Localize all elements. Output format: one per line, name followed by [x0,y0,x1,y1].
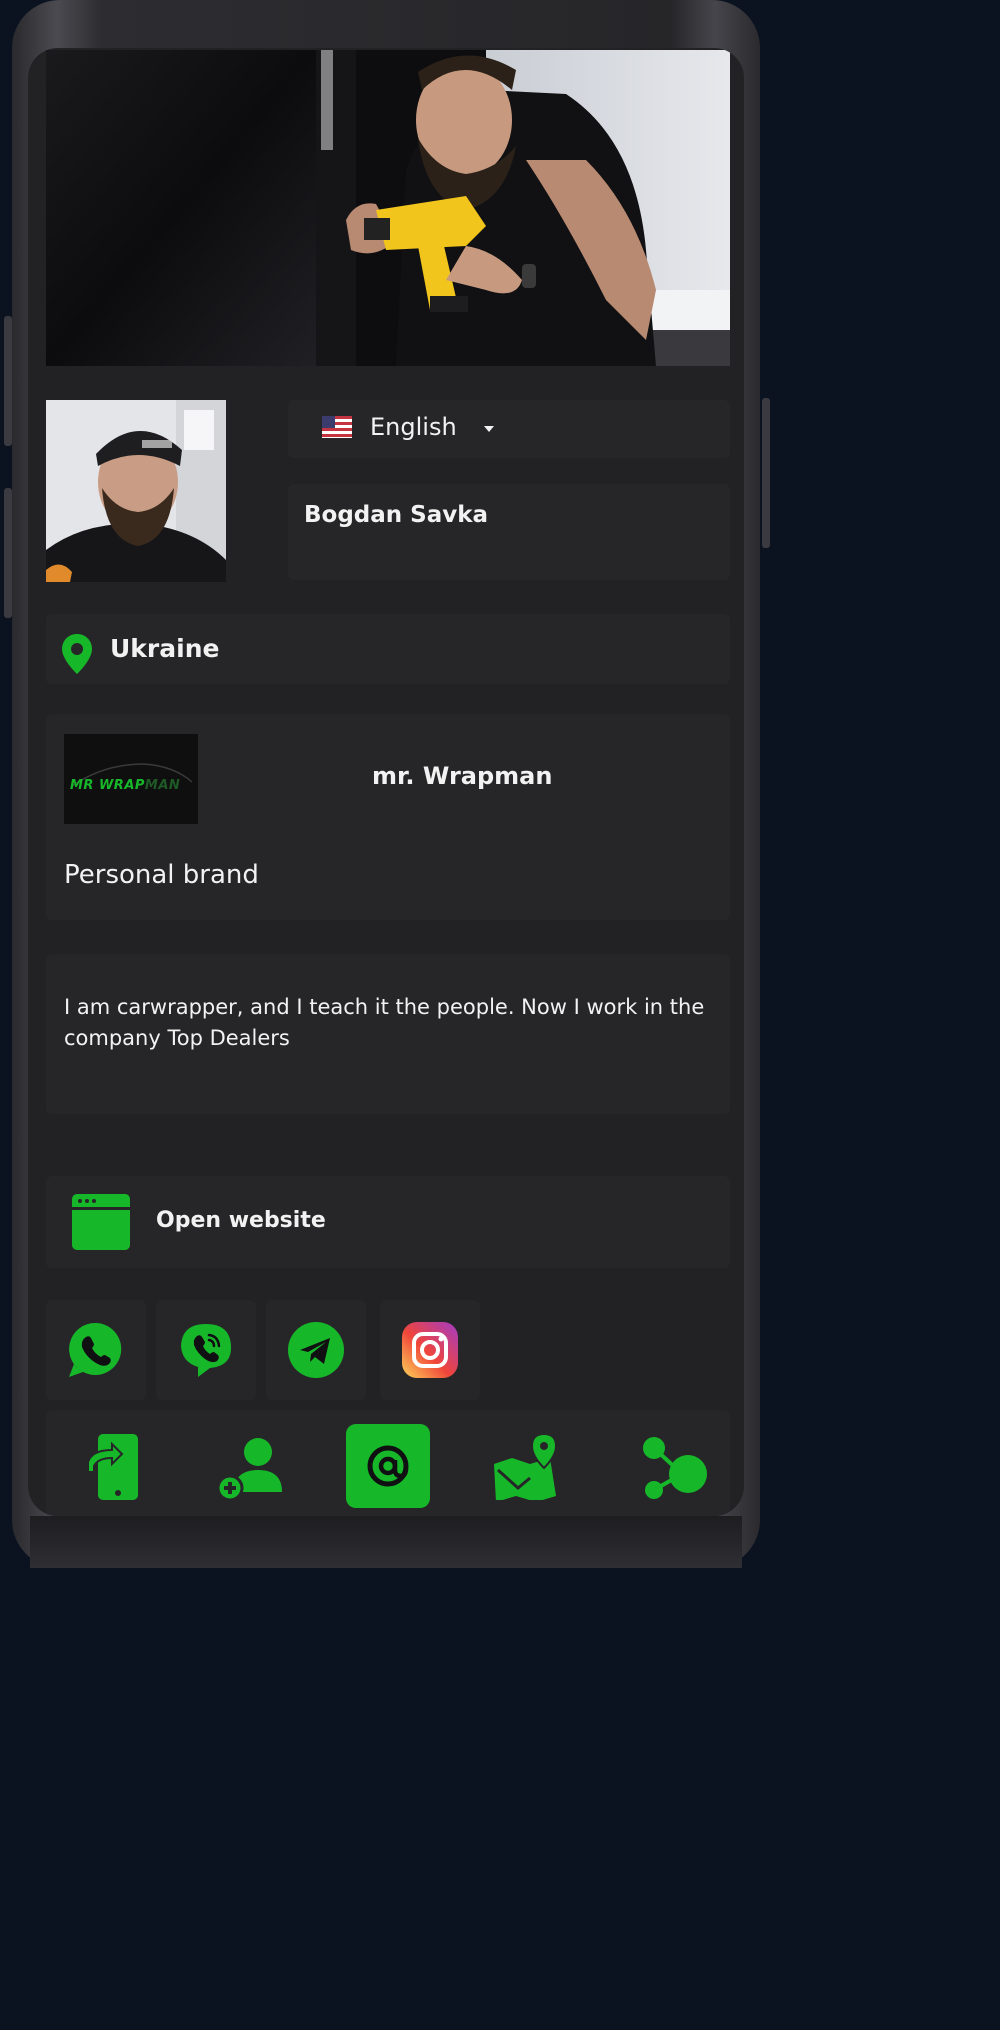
viber-icon [176,1320,236,1380]
about-card: I am carwrapper, and I teach it the peop… [46,954,730,1114]
add-contact-icon[interactable] [216,1434,286,1504]
whatsapp-button[interactable] [46,1300,146,1400]
language-selector[interactable]: English [288,400,730,458]
open-website-label: Open website [156,1208,326,1233]
share-network-icon[interactable] [640,1434,710,1504]
bottom-action-bar [46,1410,730,1516]
name-card: Bogdan Savka [288,484,730,580]
whatsapp-icon [66,1320,126,1380]
phone-bottom-bezel [30,1516,742,1568]
brand-logo-text: MR WRAPMAN [70,778,181,793]
chevron-down-icon [484,426,494,432]
telegram-button[interactable] [266,1300,366,1400]
app-screen: English Bogdan Savka Ukraine MR WRAPMAN … [28,48,744,1516]
viber-button[interactable] [156,1300,256,1400]
language-label: English [370,413,457,441]
cover-photo [46,50,730,366]
email-icon[interactable] [346,1424,430,1508]
profile-name: Bogdan Savka [304,502,489,528]
brand-card: MR WRAPMAN mr. Wrapman Personal brand [46,714,730,920]
phone-side-button [762,398,770,548]
brand-tagline: Personal brand [64,860,259,890]
telegram-icon [286,1320,346,1380]
us-flag-icon [322,416,352,438]
map-location-icon[interactable] [490,1430,560,1500]
share-contact-icon[interactable] [86,1432,146,1502]
location-pin-icon [62,634,92,674]
brand-logo: MR WRAPMAN [64,734,198,824]
phone-side-button [4,316,12,446]
about-text: I am carwrapper, and I teach it the peop… [64,995,705,1050]
instagram-icon [400,1320,460,1380]
location-text: Ukraine [110,634,220,663]
instagram-button[interactable] [380,1300,480,1400]
browser-window-icon [72,1194,130,1250]
profile-photo [46,400,226,582]
phone-side-button [4,488,12,618]
brand-name: mr. Wrapman [372,762,553,790]
open-website-button[interactable]: Open website [46,1176,730,1268]
location-card: Ukraine [46,614,730,684]
